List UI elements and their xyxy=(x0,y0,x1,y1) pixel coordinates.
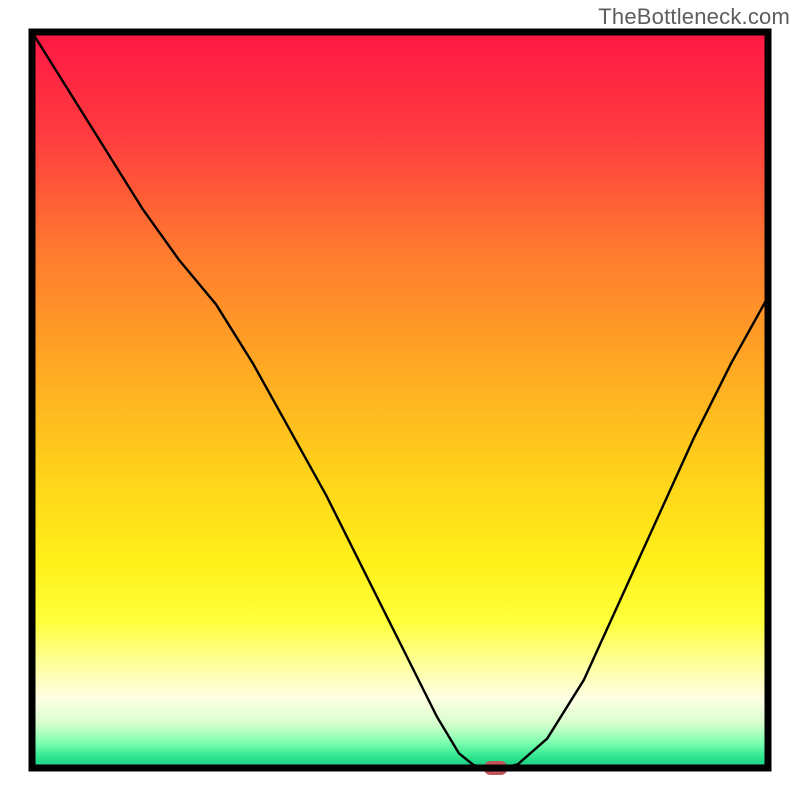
bottleneck-chart xyxy=(0,0,800,800)
plot-background xyxy=(32,32,768,768)
watermark-text: TheBottleneck.com xyxy=(598,4,790,30)
